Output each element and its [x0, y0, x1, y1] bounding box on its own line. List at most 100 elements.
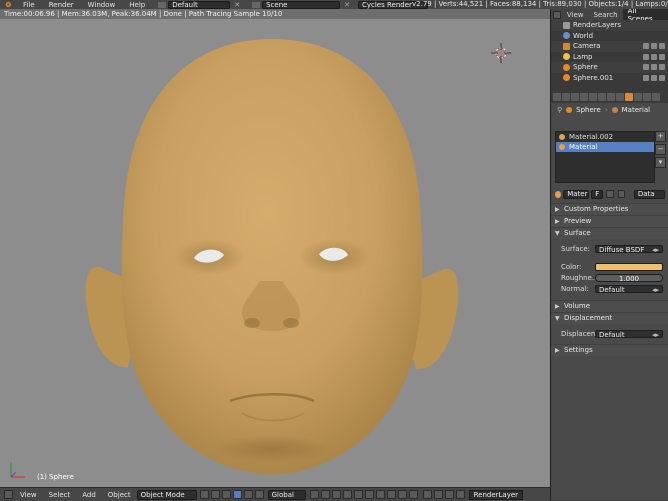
layer-7-button[interactable]: [375, 490, 385, 499]
mode-dropdown[interactable]: Object Mode: [136, 489, 197, 500]
material-tab-icon[interactable]: [625, 93, 633, 101]
unlink-material-button[interactable]: [617, 190, 625, 198]
object-tab-icon[interactable]: [589, 93, 597, 101]
layer-5-button[interactable]: [353, 490, 363, 499]
outliner-item-sphere[interactable]: Sphere: [551, 62, 668, 73]
layer-2-button[interactable]: [320, 490, 330, 499]
properties-panel: ⚲ Sphere › Material Material.002 Materia…: [550, 91, 668, 500]
surface-label: Surface:: [561, 245, 591, 253]
blender-logo-icon[interactable]: [3, 1, 12, 8]
layer-4-button[interactable]: [342, 490, 352, 499]
transform-orientation-dropdown[interactable]: Global: [267, 489, 306, 500]
scene-tab-icon[interactable]: [571, 93, 579, 101]
outliner-item-label: World: [573, 31, 594, 40]
displacement-row: Displacem... Default◂▸: [551, 327, 668, 341]
outliner-item-world[interactable]: World: [551, 31, 668, 42]
material-slot-label: Material: [569, 143, 598, 151]
outliner-tab-view[interactable]: View: [562, 11, 589, 19]
visibility-toggles[interactable]: [643, 43, 665, 50]
material-datablock-row: Mater F Data: [555, 189, 665, 199]
new-material-button[interactable]: [606, 190, 614, 198]
render-tab-icon[interactable]: [553, 93, 561, 101]
panel-volume[interactable]: ▶ Volume: [551, 300, 668, 312]
modifiers-tab-icon[interactable]: [607, 93, 615, 101]
outliner-item-label: RenderLayers: [573, 21, 622, 29]
data-tab-icon[interactable]: [616, 93, 624, 101]
roughness-field[interactable]: 1.000: [595, 273, 663, 283]
menu-object[interactable]: Object: [102, 491, 137, 499]
mesh-icon: [563, 74, 570, 82]
snap-icon[interactable]: [444, 490, 454, 499]
constraints-tab-icon[interactable]: [598, 93, 606, 101]
visibility-toggles[interactable]: [643, 74, 665, 81]
shading-icon[interactable]: [199, 490, 209, 499]
outliner-item-sphere-001[interactable]: Sphere.001: [551, 73, 668, 84]
material-slot[interactable]: Material: [556, 142, 654, 152]
panel-settings[interactable]: ▶ Settings: [551, 344, 668, 356]
render-preview-icon[interactable]: [455, 490, 465, 499]
outliner-item-lamp[interactable]: Lamp: [551, 52, 668, 63]
scene-stats: v2.79 | Verts:44,521 | Faces:88,134 | Tr…: [412, 0, 668, 8]
remove-slot-button[interactable]: −: [655, 144, 666, 155]
scene-field[interactable]: Scene: [262, 0, 341, 9]
render-layers-tab-icon[interactable]: [562, 93, 570, 101]
material-users-button[interactable]: F: [591, 189, 604, 199]
proportional-edit-icon[interactable]: [433, 490, 443, 499]
outliner-item-camera[interactable]: Camera: [551, 41, 668, 52]
surface-shader-dropdown[interactable]: Diffuse BSDF ◂▸: [595, 245, 663, 254]
particles-tab-icon[interactable]: [643, 93, 651, 101]
layer-1-button[interactable]: [309, 490, 319, 499]
displacement-dropdown[interactable]: Default ◂▸: [595, 330, 663, 339]
editor-type-icon[interactable]: [4, 490, 13, 499]
layer-10-button[interactable]: [408, 490, 418, 499]
world-tab-icon[interactable]: [580, 93, 588, 101]
menu-file[interactable]: File: [16, 1, 42, 9]
translate-manipulator-icon[interactable]: [232, 490, 242, 499]
3d-viewport[interactable]: Time:00:06.96 | Mem:36.03M, Peak:36.04M …: [0, 9, 550, 487]
material-slot-list[interactable]: Material.002 Material: [555, 131, 655, 183]
menu-select[interactable]: Select: [43, 491, 77, 499]
material-browse-icon[interactable]: [555, 190, 562, 198]
scale-manipulator-icon[interactable]: [254, 490, 264, 499]
panel-custom-properties[interactable]: ▶ Custom Properties: [551, 203, 668, 215]
pin-icon[interactable]: ⚲: [557, 106, 562, 114]
layer-3-button[interactable]: [331, 490, 341, 499]
material-slot[interactable]: Material.002: [556, 132, 654, 142]
pivot-icon[interactable]: [210, 490, 220, 499]
panel-surface[interactable]: ▼ Surface: [551, 227, 668, 239]
menu-view[interactable]: View: [14, 491, 43, 499]
lock-icon[interactable]: [422, 490, 432, 499]
menu-render[interactable]: Render: [42, 1, 81, 9]
layer-8-button[interactable]: [386, 490, 396, 499]
menu-add[interactable]: Add: [76, 491, 102, 499]
visibility-toggles[interactable]: [643, 64, 665, 71]
screen-layout-field[interactable]: Default: [168, 0, 231, 9]
rotate-manipulator-icon[interactable]: [243, 490, 253, 499]
layer-6-button[interactable]: [364, 490, 374, 499]
panel-displacement[interactable]: ▼ Displacement: [551, 312, 668, 324]
slot-specials-button[interactable]: ▾: [655, 157, 666, 168]
manipulator-toggle-icon[interactable]: [221, 490, 231, 499]
outliner-editor-icon[interactable]: [553, 10, 561, 19]
close-layout-icon[interactable]: ✕: [234, 1, 240, 9]
visibility-toggles[interactable]: [643, 53, 665, 60]
layer-9-button[interactable]: [397, 490, 407, 499]
color-swatch[interactable]: [595, 262, 663, 271]
link-dropdown[interactable]: Data: [633, 189, 665, 199]
outliner-item-renderlayers[interactable]: RenderLayers: [551, 20, 668, 31]
outliner-item-label: Sphere: [573, 63, 598, 71]
normal-dropdown[interactable]: Default ◂▸: [595, 284, 663, 294]
menu-window[interactable]: Window: [81, 1, 123, 9]
close-scene-icon[interactable]: ✕: [344, 1, 350, 9]
texture-tab-icon[interactable]: [634, 93, 642, 101]
add-slot-button[interactable]: +: [655, 131, 666, 142]
breadcrumb-material: Material: [621, 106, 651, 114]
normal-label: Normal:: [561, 284, 589, 293]
material-name-field[interactable]: Mater: [563, 189, 590, 199]
physics-tab-icon[interactable]: [652, 93, 660, 101]
menu-help[interactable]: Help: [122, 1, 152, 9]
outliner-tab-search[interactable]: Search: [589, 11, 623, 19]
panel-preview[interactable]: ▶ Preview: [551, 215, 668, 227]
lamp-icon: [563, 53, 570, 61]
render-layer-dropdown[interactable]: RenderLayer: [468, 489, 524, 500]
